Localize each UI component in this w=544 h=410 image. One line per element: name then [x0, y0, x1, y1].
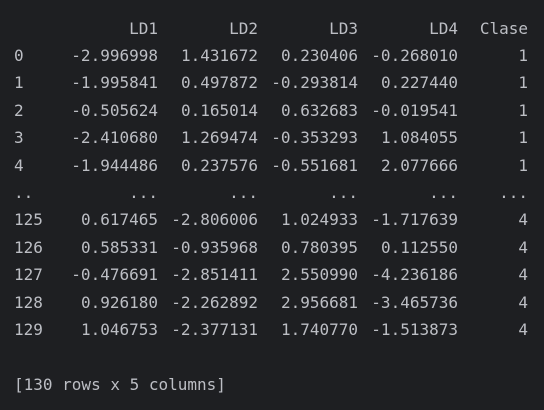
cell-ld2: -2.377131 — [171, 320, 258, 339]
cell-ld3: -0.353293 — [271, 128, 358, 148]
cell-clase: 1 — [518, 73, 528, 93]
cell-ld3: ... — [329, 183, 358, 202]
table-row: 1 -1.995841 0.497872 -0.293814 0.227440 1 — [14, 72, 534, 94]
cell-ld2: -0.935968 — [171, 237, 258, 257]
cell-clase: 1 — [518, 100, 528, 120]
cell-ld2: -2.851411 — [171, 265, 258, 285]
cell-ld4: 0.227440 — [380, 73, 458, 93]
cell-ld2: 0.497872 — [180, 73, 258, 93]
dataframe-summary: [130 rows x 5 columns] — [14, 375, 226, 394]
cell-clase: 1 — [518, 46, 528, 65]
cell-ld4: 1.084055 — [380, 128, 458, 148]
cell-ld1: 1.046753 — [80, 320, 158, 339]
table-row: 2 -0.505624 0.165014 0.632683 -0.019541 1 — [14, 100, 534, 122]
cell-ld1: 0.926180 — [80, 292, 158, 312]
row-index: 3 — [14, 128, 24, 148]
cell-ld1: -0.476691 — [71, 265, 158, 285]
cell-ld4: -3.465736 — [371, 292, 458, 312]
row-index: 4 — [14, 155, 24, 175]
cell-ld3: 1.024933 — [280, 210, 358, 230]
cell-ld2: -2.262892 — [171, 292, 258, 312]
row-index: .. — [14, 183, 34, 202]
cell-ld1: -1.995841 — [71, 73, 158, 93]
cell-ld3: 0.632683 — [280, 100, 358, 120]
cell-ld4: 0.112550 — [380, 237, 458, 257]
cell-ld2: -2.806006 — [171, 210, 258, 230]
table-row: 125 0.617465 -2.806006 1.024933 -1.717639 4 — [14, 209, 534, 231]
table-row: 0 -2.996998 1.431672 0.230406 -0.268010 1 — [14, 45, 534, 67]
cell-ld2: 1.431672 — [180, 46, 258, 65]
cell-ld1: -0.505624 — [71, 100, 158, 120]
table-row: 127 -0.476691 -2.851411 2.550990 -4.236186 4 — [14, 264, 534, 286]
cell-ld2: 1.269474 — [180, 128, 258, 148]
cell-ld1: 0.617465 — [80, 210, 158, 230]
cell-clase: 4 — [518, 237, 528, 257]
table-row: ................. — [14, 182, 534, 204]
cell-ld1: 0.585331 — [80, 237, 158, 257]
cell-clase: 4 — [518, 210, 528, 230]
cell-ld2: ... — [229, 183, 258, 202]
cell-ld2: 0.165014 — [180, 100, 258, 120]
table-row: 126 0.585331 -0.935968 0.780395 0.112550 4 — [14, 237, 534, 259]
cell-ld4: 2.077666 — [380, 155, 458, 175]
row-index: 127 — [14, 265, 43, 285]
cell-ld3: 1.740770 — [280, 320, 358, 339]
table-row: 128 0.926180 -2.262892 2.956681 -3.465736 4 — [14, 292, 534, 314]
row-index: 129 — [14, 320, 43, 339]
column-header-ld2: LD2 — [229, 19, 258, 38]
cell-ld4: -0.268010 — [371, 46, 458, 65]
column-header-ld3: LD3 — [329, 19, 358, 38]
cell-clase: ... — [499, 183, 528, 202]
cell-ld1: ... — [129, 183, 158, 202]
column-header-ld4: LD4 — [429, 19, 458, 38]
cell-clase: 4 — [518, 320, 528, 339]
row-index: 125 — [14, 210, 43, 230]
table-header: LD1 LD2 LD3 LD4 Clase — [14, 18, 534, 40]
cell-ld4: -1.717639 — [371, 210, 458, 230]
row-index: 0 — [14, 46, 24, 65]
cell-ld4: -4.236186 — [371, 265, 458, 285]
console-output: LD1 LD2 LD3 LD4 Clase 0 -2.996998 1.431672… — [0, 0, 544, 410]
cell-clase: 4 — [518, 292, 528, 312]
column-header-ld1: LD1 — [129, 19, 158, 38]
table-row: 4 -1.944486 0.237576 -0.551681 2.077666 1 — [14, 155, 534, 177]
cell-ld1: -1.944486 — [71, 155, 158, 175]
cell-ld3: 0.230406 — [280, 46, 358, 65]
cell-ld1: -2.410680 — [71, 128, 158, 148]
cell-ld3: 2.550990 — [280, 265, 358, 285]
row-index: 2 — [14, 100, 24, 120]
cell-ld3: 2.956681 — [280, 292, 358, 312]
row-index: 128 — [14, 292, 43, 312]
cell-ld4: -0.019541 — [371, 100, 458, 120]
row-index: 126 — [14, 237, 43, 257]
cell-ld3: -0.551681 — [271, 155, 358, 175]
cell-ld3: -0.293814 — [271, 73, 358, 93]
table-row: 3 -2.410680 1.269474 -0.353293 1.084055 1 — [14, 127, 534, 149]
cell-clase: 1 — [518, 128, 528, 148]
cell-ld4: -1.513873 — [371, 320, 458, 339]
cell-ld4: ... — [429, 183, 458, 202]
table-row: 129 1.046753 -2.377131 1.740770 -1.513873 4 — [14, 319, 534, 341]
cell-clase: 4 — [518, 265, 528, 285]
column-header-clase: Clase — [479, 19, 528, 38]
cell-ld2: 0.237576 — [180, 155, 258, 175]
cell-ld1: -2.996998 — [71, 46, 158, 65]
row-index: 1 — [14, 73, 24, 93]
cell-ld3: 0.780395 — [280, 237, 358, 257]
cell-clase: 1 — [518, 155, 528, 175]
